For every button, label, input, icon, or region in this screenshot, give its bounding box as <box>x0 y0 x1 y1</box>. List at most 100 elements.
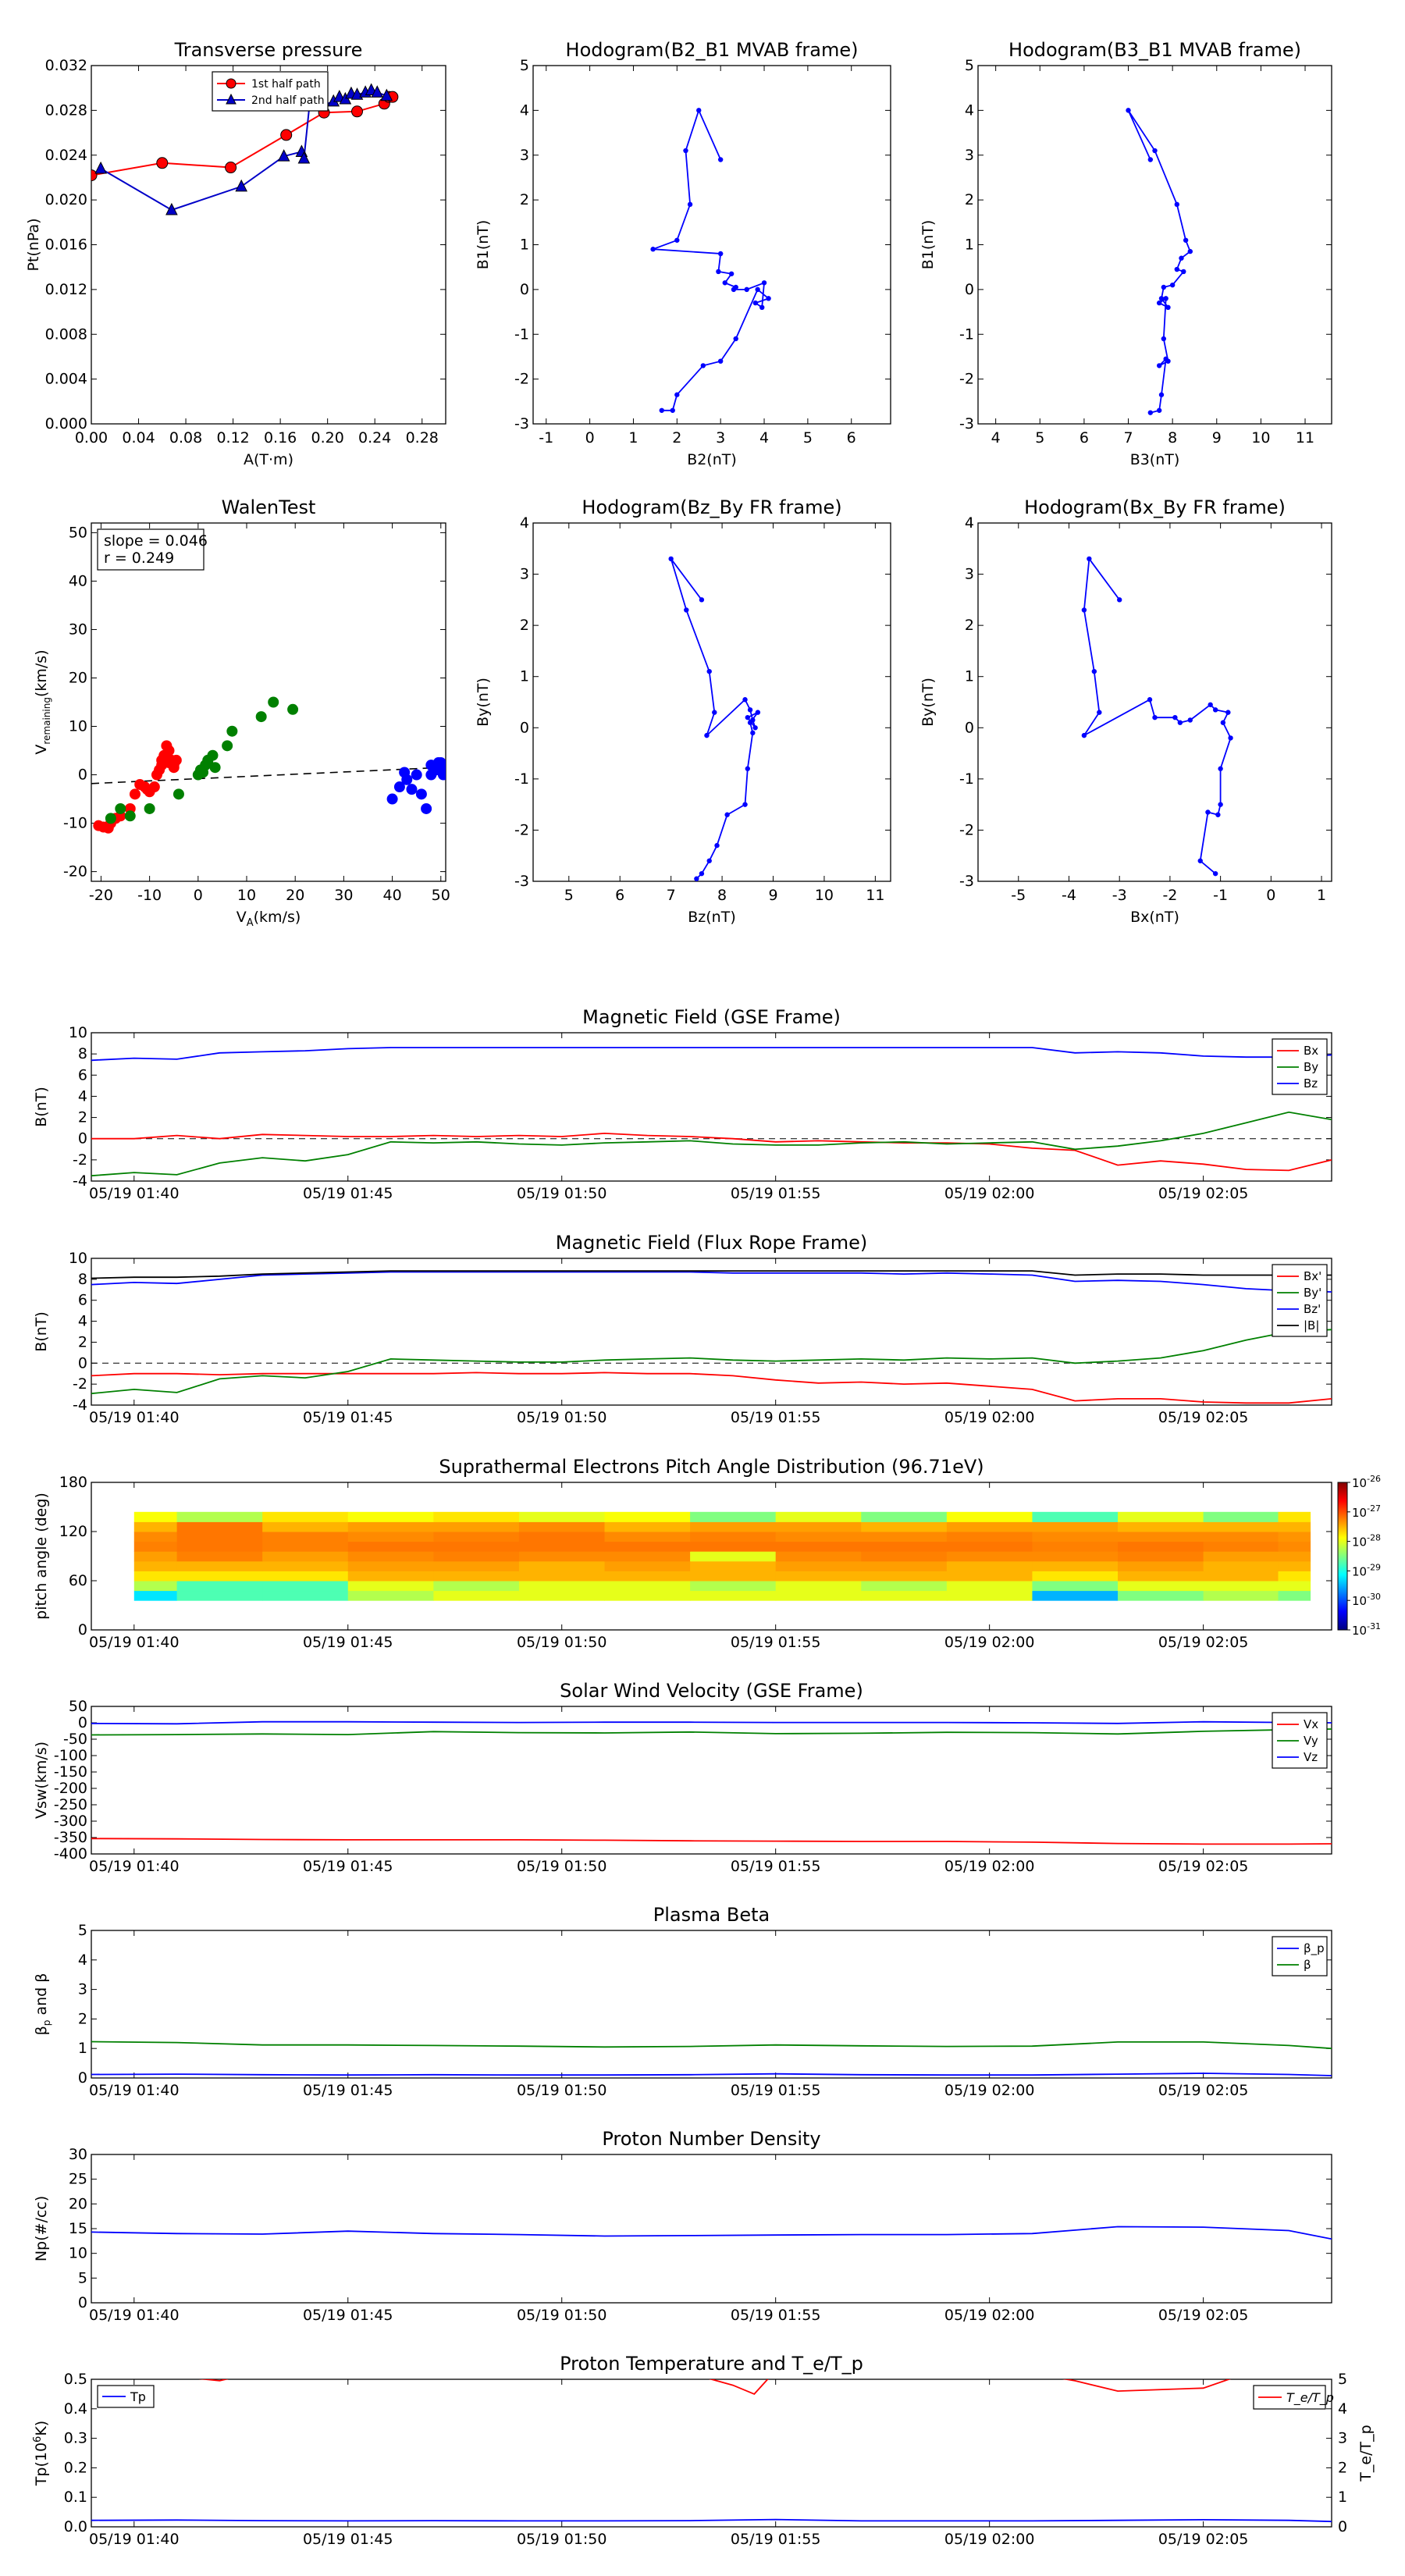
data-point <box>687 201 693 208</box>
heatmap-cell <box>775 1532 862 1542</box>
heatmap-cell <box>347 1551 434 1562</box>
heatmap-cell <box>347 1511 434 1522</box>
heatmap-cell <box>1203 1581 1279 1592</box>
heatmap-cell <box>518 1521 606 1532</box>
y-axis-label: pitch angle (deg) <box>33 1493 50 1620</box>
data-point <box>170 754 182 766</box>
heatmap-cell <box>1118 1511 1204 1522</box>
x-tick-label: 40 <box>382 887 401 904</box>
y-tick-label: 30 <box>69 621 87 638</box>
heatmap-cell <box>1032 1571 1119 1582</box>
data-point <box>1117 597 1122 603</box>
heatmap-cell <box>1118 1521 1204 1532</box>
heatmap-cell <box>1203 1571 1279 1582</box>
y-tick-label: -200 <box>54 1780 87 1797</box>
x-tick-label: 0.16 <box>264 429 297 447</box>
chart-title: Magnetic Field (Flux Rope Frame) <box>556 1232 867 1254</box>
heatmap-cell <box>433 1560 520 1571</box>
data-point <box>1081 732 1087 738</box>
y-tick-label: 5 <box>78 2269 87 2286</box>
data-point <box>1156 363 1162 368</box>
y-tick-label: 0 <box>78 1714 87 1731</box>
y-tick-label: 0.008 <box>45 326 87 343</box>
data-point <box>1158 296 1165 301</box>
heatmap-cell <box>604 1571 691 1582</box>
x-tick-label: 0.00 <box>75 429 108 447</box>
y-tick-label: -2 <box>73 1151 87 1169</box>
data-point <box>129 788 140 800</box>
data-point <box>1174 266 1180 272</box>
y-tick-label: 2 <box>965 617 974 634</box>
heatmap-cell <box>946 1511 1033 1522</box>
y-tick-label: 50 <box>69 1698 87 1715</box>
legend-label: T_e/T_p <box>1286 2390 1334 2406</box>
y-axis-label: B1(nT) <box>475 220 492 270</box>
data-point <box>105 813 116 824</box>
y-right-tick-label: 2 <box>1338 2459 1347 2476</box>
data-point <box>759 304 765 311</box>
x-tick-label: 5 <box>564 887 574 904</box>
data-point <box>1147 697 1153 703</box>
y-right-tick-label: 4 <box>1338 2400 1347 2418</box>
data-point <box>435 757 446 769</box>
x-tick-label: 50 <box>432 887 450 904</box>
y-tick-label: 10 <box>69 1024 87 1041</box>
data-point <box>1152 148 1158 154</box>
heatmap-cell <box>690 1571 777 1582</box>
x-tick-label: 05/19 02:05 <box>1158 2531 1249 2548</box>
heatmap-cell <box>1203 1511 1279 1522</box>
y-axis-label: βp and β <box>33 1973 52 2036</box>
y-tick-label: 0.1 <box>64 2489 87 2506</box>
data-point <box>163 745 175 756</box>
data-point <box>1147 410 1154 415</box>
y-axis-label: B(nT) <box>33 1087 50 1127</box>
y-tick-label: 20 <box>69 2195 87 2212</box>
data-point <box>668 556 674 562</box>
heatmap-cell <box>1278 1560 1311 1571</box>
data-point <box>1165 304 1171 311</box>
chart-title: Hodogram(B2_B1 MVAB frame) <box>566 39 859 61</box>
x-tick-label: 05/19 01:55 <box>731 1409 821 1426</box>
y-tick-label: -1 <box>514 770 529 788</box>
x-tick-label: 05/19 02:00 <box>944 1634 1035 1651</box>
y-tick-label: 4 <box>78 1313 87 1330</box>
heatmap-cell <box>518 1551 606 1562</box>
heatmap-cell <box>347 1560 434 1571</box>
heatmap-cell <box>604 1590 691 1601</box>
heatmap-cell <box>518 1511 606 1522</box>
data-point <box>704 732 710 738</box>
y-tick-label: 2 <box>520 617 529 634</box>
chart-title: Proton Number Density <box>602 2128 820 2150</box>
x-tick-label: 05/19 01:50 <box>517 2531 607 2548</box>
legend-label: 1st half path <box>251 78 321 91</box>
data-point <box>752 300 759 306</box>
heatmap-cell <box>133 1511 178 1522</box>
heatmap-cell <box>1278 1581 1311 1592</box>
data-point <box>761 280 767 286</box>
x-tick-label: 05/19 01:45 <box>303 2531 393 2548</box>
y-tick-label: 2 <box>520 191 529 208</box>
heatmap-cell <box>775 1521 862 1532</box>
data-point <box>1172 714 1178 720</box>
x-axis-label: B3(nT) <box>1130 451 1180 468</box>
y-axis-label: Np(#/cc) <box>33 2196 50 2261</box>
x-tick-label: 05/19 01:45 <box>303 1858 393 1875</box>
data-point <box>706 858 712 863</box>
data-point <box>1161 284 1167 290</box>
data-point <box>1087 556 1092 562</box>
data-point <box>1220 720 1226 725</box>
data-point <box>1081 607 1087 613</box>
heatmap-cell <box>347 1521 434 1532</box>
y-tick-label: 4 <box>965 101 974 119</box>
x-tick-label: 05/19 02:00 <box>944 1185 1035 1202</box>
data-point <box>659 407 664 413</box>
heatmap-cell <box>262 1521 349 1532</box>
data-point <box>1147 157 1154 162</box>
heatmap-cell <box>690 1551 777 1562</box>
x-tick-label: 05/19 01:45 <box>303 2082 393 2099</box>
data-point <box>747 707 753 713</box>
data-point <box>386 793 398 805</box>
data-point <box>733 336 738 342</box>
x-tick-label: 05/19 01:50 <box>517 1634 607 1651</box>
y-tick-label: -4 <box>73 1397 87 1414</box>
